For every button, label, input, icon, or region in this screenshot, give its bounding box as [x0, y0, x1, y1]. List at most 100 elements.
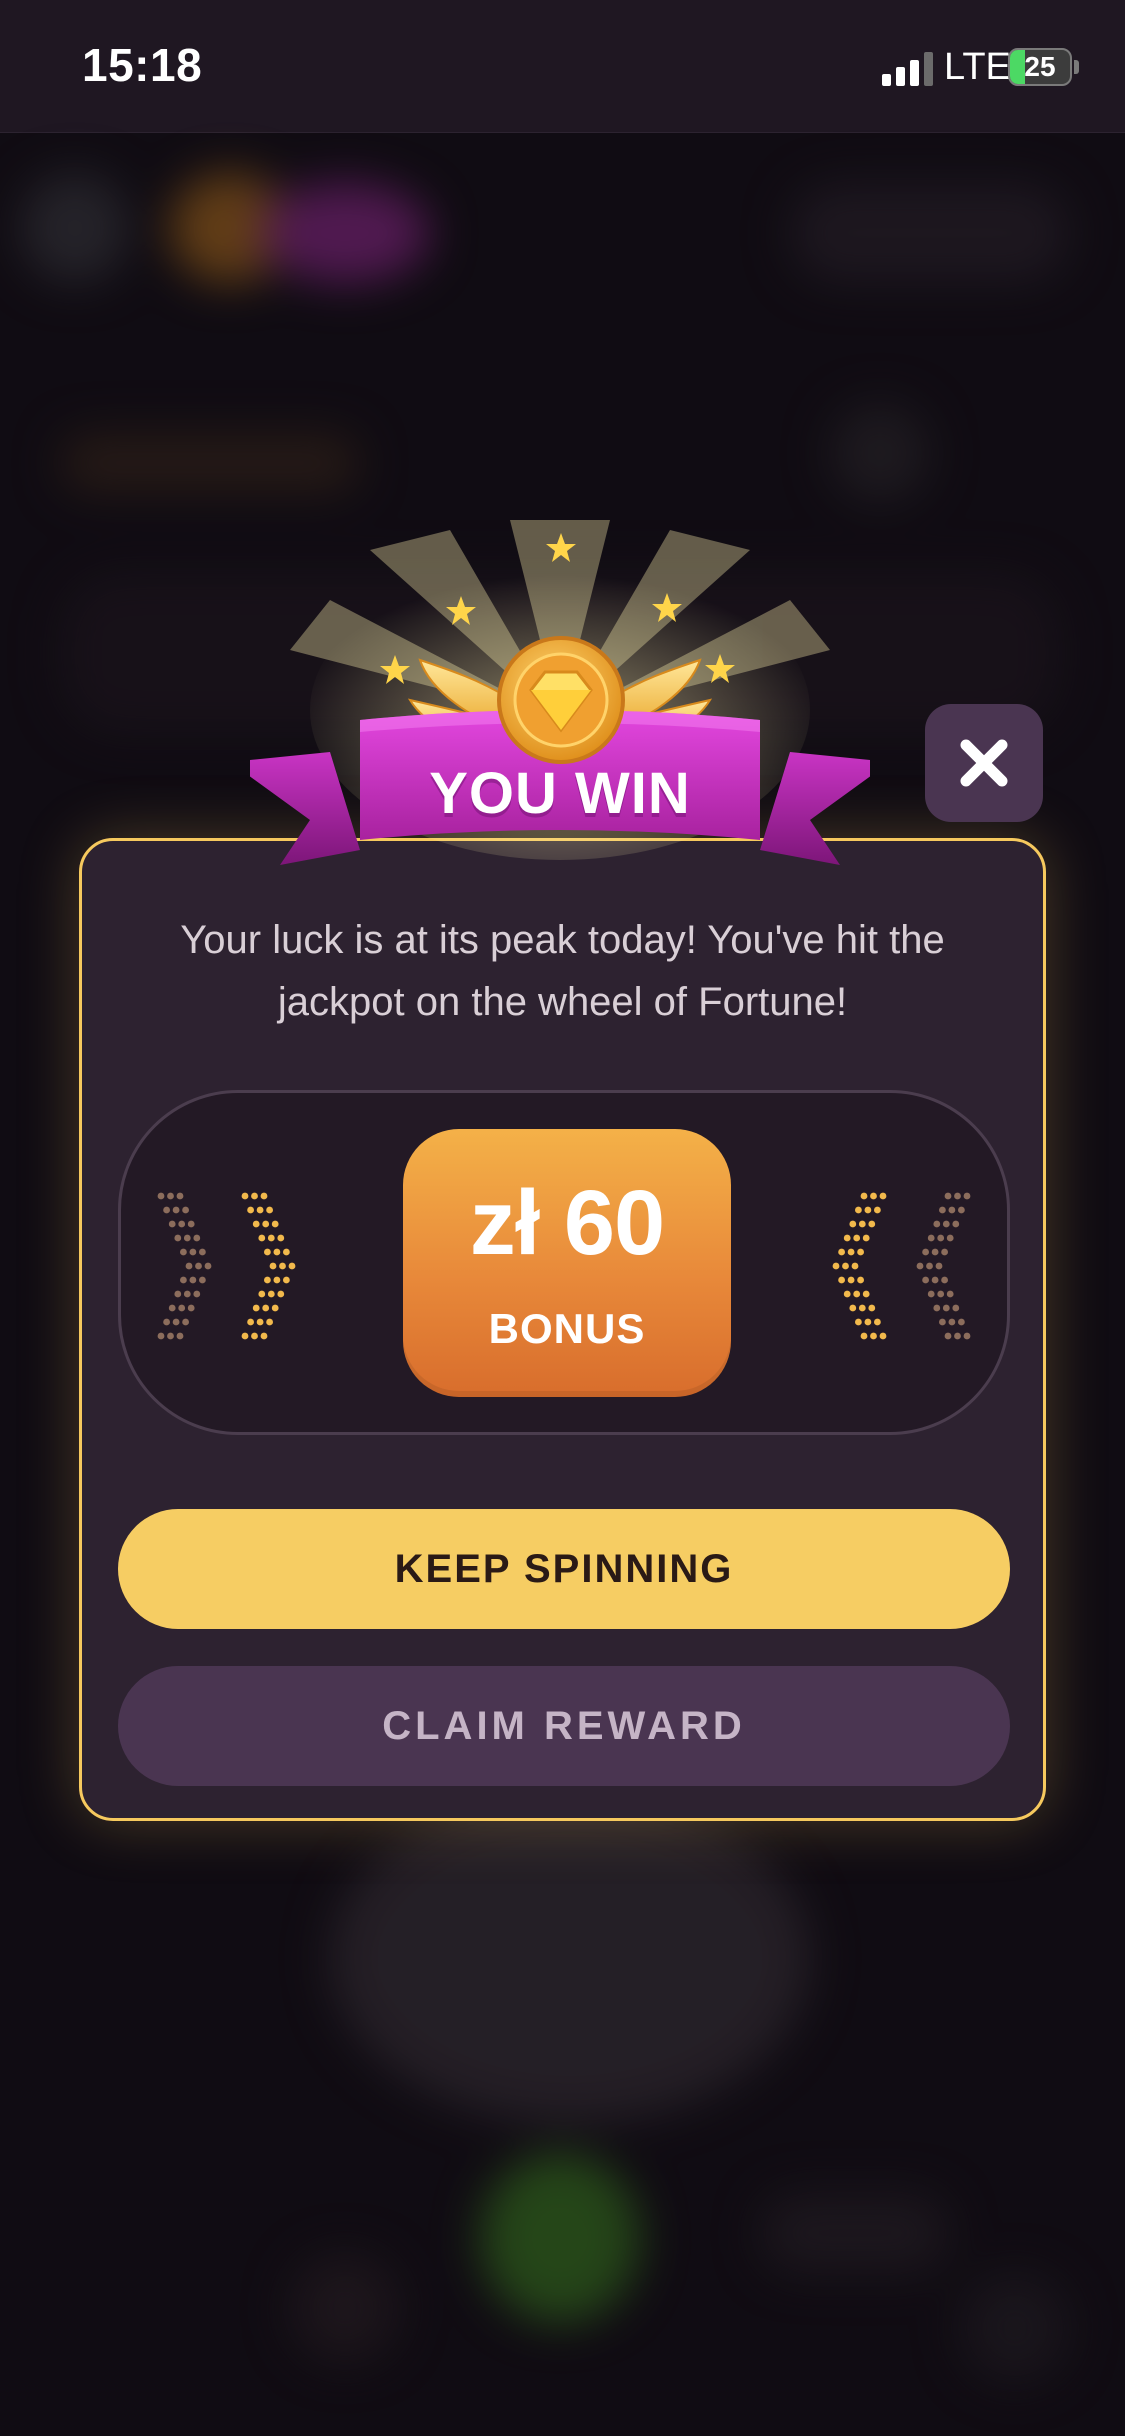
- chevron-right-dots-icon: [157, 1192, 296, 1340]
- chevron-dot: [963, 1192, 971, 1200]
- chevron-dot: [855, 1206, 862, 1214]
- win-modal: Your luck is at its peak today! You've h…: [79, 838, 1046, 1821]
- chevron-dot: [847, 1248, 855, 1256]
- chevron-dot: [874, 1206, 881, 1214]
- battery-icon: 25: [1008, 48, 1072, 86]
- chevron-dot: [958, 1318, 965, 1326]
- chevron-dot: [916, 1262, 924, 1270]
- chevron-dot: [948, 1206, 956, 1214]
- chevron-dot: [952, 1304, 960, 1312]
- chevron-dot: [862, 1234, 870, 1242]
- chevron-dot: [857, 1248, 864, 1256]
- network-type: LTE: [944, 46, 1011, 88]
- chevron-dot: [868, 1304, 876, 1312]
- chevron-dot: [174, 1290, 182, 1298]
- chevron-dot: [963, 1332, 971, 1340]
- chevron-dot: [874, 1318, 881, 1326]
- chevron-dot: [182, 1318, 189, 1326]
- chevron-dot: [252, 1220, 260, 1228]
- chevron-dot: [860, 1192, 868, 1200]
- chevron-dot: [168, 1220, 176, 1228]
- chevron-dot: [269, 1262, 277, 1270]
- chevron-dot: [944, 1192, 952, 1200]
- chevron-dot: [262, 1220, 270, 1228]
- chevron-dot: [262, 1304, 270, 1312]
- chevron-dot: [931, 1276, 939, 1284]
- chevron-dot: [187, 1220, 195, 1228]
- chevron-dot: [267, 1234, 275, 1242]
- chevron-dot: [252, 1304, 260, 1312]
- chevron-dot: [870, 1332, 877, 1340]
- chevron-dot: [864, 1206, 872, 1214]
- chevron-dot: [868, 1220, 876, 1228]
- chevron-dot: [180, 1248, 187, 1256]
- chevron-dot: [180, 1276, 187, 1284]
- chevron-dot: [952, 1220, 960, 1228]
- chevron-dot: [271, 1304, 279, 1312]
- chevron-dot: [847, 1276, 855, 1284]
- chevron-dot: [256, 1318, 264, 1326]
- chevron-dot: [858, 1220, 866, 1228]
- chevron-dot: [183, 1290, 191, 1298]
- chevron-dot: [864, 1318, 872, 1326]
- you-win-title: YOU WIN: [429, 761, 691, 826]
- chevron-dot: [849, 1304, 857, 1312]
- chevron-dot: [851, 1262, 859, 1270]
- bonus-amount: zł 60: [469, 1172, 665, 1274]
- battery-level: 25: [1024, 51, 1056, 82]
- chevron-dot: [857, 1276, 864, 1284]
- chevron-dot: [193, 1234, 201, 1242]
- chevron-dot: [172, 1318, 180, 1326]
- chevron-dot: [926, 1262, 933, 1270]
- chevron-dot: [862, 1290, 870, 1298]
- chevron-dot: [288, 1262, 296, 1270]
- chevron-dot: [948, 1318, 956, 1326]
- chevron-dot: [199, 1248, 206, 1256]
- chevron-dot: [942, 1220, 950, 1228]
- chevron-dot: [157, 1332, 165, 1340]
- chevron-dot: [946, 1290, 954, 1298]
- chevron-dot: [922, 1248, 929, 1256]
- chevron-dot: [260, 1192, 268, 1200]
- chevron-dot: [241, 1192, 249, 1200]
- chevron-dot: [933, 1220, 941, 1228]
- chevron-dot: [172, 1206, 180, 1214]
- chevron-dot: [843, 1234, 851, 1242]
- chevron-dot: [279, 1262, 286, 1270]
- chevron-dot: [251, 1192, 258, 1200]
- chevron-dot: [277, 1234, 285, 1242]
- banner-artwork: [230, 520, 890, 865]
- chevron-dot: [167, 1332, 174, 1340]
- chevron-dot: [266, 1206, 273, 1214]
- chevron-dot: [838, 1248, 845, 1256]
- chevron-dot: [843, 1290, 851, 1298]
- chevron-dot: [937, 1234, 945, 1242]
- chevron-dot: [187, 1304, 195, 1312]
- cellular-signal-icon: [882, 52, 933, 86]
- chevron-dot: [853, 1234, 861, 1242]
- chevron-dot: [958, 1206, 965, 1214]
- chevron-dot: [256, 1206, 264, 1214]
- chevron-dot: [193, 1290, 201, 1298]
- chevron-dot: [247, 1318, 254, 1326]
- chevron-dot: [927, 1290, 935, 1298]
- chevron-dot: [176, 1192, 184, 1200]
- claim-reward-button[interactable]: CLAIM REWARD: [118, 1666, 1010, 1786]
- chevron-dot: [933, 1304, 941, 1312]
- chevron-dot: [178, 1220, 186, 1228]
- chevron-dot: [944, 1332, 952, 1340]
- chevron-dot: [946, 1234, 954, 1242]
- chevron-dot: [267, 1290, 275, 1298]
- chevron-dot: [167, 1192, 174, 1200]
- chevron-dot: [163, 1318, 170, 1326]
- chevron-dot: [283, 1276, 290, 1284]
- chevron-dot: [853, 1290, 861, 1298]
- chevron-dot: [168, 1304, 176, 1312]
- chevron-left-dots-icon: [832, 1192, 971, 1340]
- chevron-dot: [954, 1192, 961, 1200]
- close-button[interactable]: [925, 704, 1043, 822]
- chevron-dot: [855, 1318, 862, 1326]
- chevron-dot: [178, 1304, 186, 1312]
- keep-spinning-button[interactable]: KEEP SPINNING: [118, 1509, 1010, 1629]
- chevron-dot: [264, 1276, 271, 1284]
